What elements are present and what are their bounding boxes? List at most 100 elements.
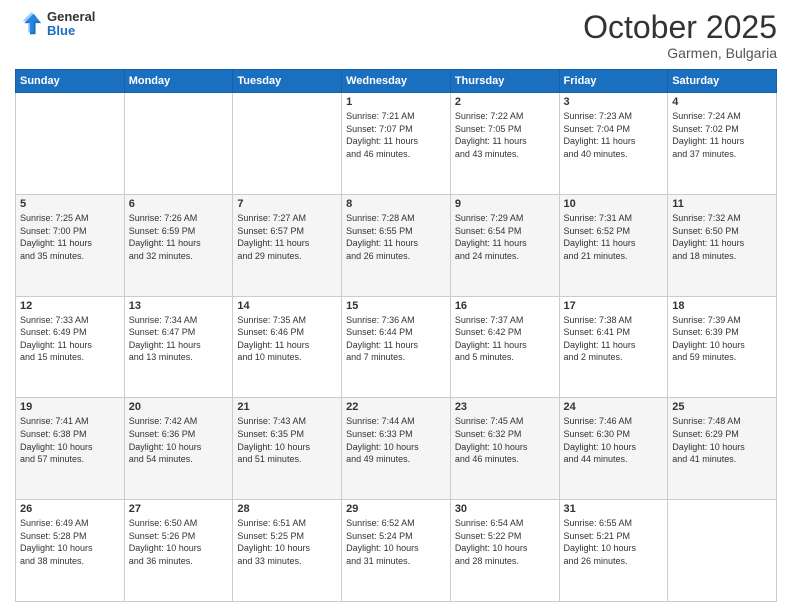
day-info: Sunrise: 7:31 AMSunset: 6:52 PMDaylight:…	[564, 212, 664, 262]
day-info: Sunrise: 7:37 AMSunset: 6:42 PMDaylight:…	[455, 314, 555, 364]
week-row-2: 12Sunrise: 7:33 AMSunset: 6:49 PMDayligh…	[16, 296, 777, 398]
day-number: 1	[346, 96, 446, 108]
calendar-cell: 9 Sunrise: 7:29 AMSunset: 6:54 PMDaylight…	[450, 194, 559, 296]
day-number: 8	[346, 198, 446, 210]
calendar-cell: 7 Sunrise: 7:27 AMSunset: 6:57 PMDaylight…	[233, 194, 342, 296]
day-info: Sunrise: 7:38 AMSunset: 6:41 PMDaylight:…	[564, 314, 664, 364]
day-info: Sunrise: 7:29 AMSunset: 6:54 PMDaylight:…	[455, 212, 555, 262]
day-info: Sunrise: 6:52 AMSunset: 5:24 PMDaylight:…	[346, 517, 446, 567]
logo-icon	[15, 10, 43, 38]
day-info: Sunrise: 7:36 AMSunset: 6:44 PMDaylight:…	[346, 314, 446, 364]
calendar-table: Sunday Monday Tuesday Wednesday Thursday…	[15, 69, 777, 602]
header-sunday: Sunday	[16, 70, 125, 93]
calendar-cell: 18Sunrise: 7:39 AMSunset: 6:39 PMDayligh…	[668, 296, 777, 398]
day-info: Sunrise: 7:26 AMSunset: 6:59 PMDaylight:…	[129, 212, 229, 262]
day-number: 25	[672, 401, 772, 413]
day-info: Sunrise: 7:35 AMSunset: 6:46 PMDaylight:…	[237, 314, 337, 364]
day-number: 21	[237, 401, 337, 413]
day-info: Sunrise: 6:51 AMSunset: 5:25 PMDaylight:…	[237, 517, 337, 567]
day-info: Sunrise: 6:49 AMSunset: 5:28 PMDaylight:…	[20, 517, 120, 567]
day-number: 17	[564, 300, 664, 312]
day-info: Sunrise: 7:41 AMSunset: 6:38 PMDaylight:…	[20, 415, 120, 465]
calendar-cell: 1Sunrise: 7:21 AMSunset: 7:07 PMDaylight…	[342, 93, 451, 195]
calendar-cell: 28Sunrise: 6:51 AMSunset: 5:25 PMDayligh…	[233, 500, 342, 602]
logo-line1: General	[47, 10, 95, 24]
day-number: 7	[237, 198, 337, 210]
calendar-cell: 2 Sunrise: 7:22 AMSunset: 7:05 PMDaylight…	[450, 93, 559, 195]
day-number: 11	[672, 198, 772, 210]
day-number: 20	[129, 401, 229, 413]
day-number: 10	[564, 198, 664, 210]
day-number: 16	[455, 300, 555, 312]
day-info: Sunrise: 7:42 AMSunset: 6:36 PMDaylight:…	[129, 415, 229, 465]
day-info: Sunrise: 7:34 AMSunset: 6:47 PMDaylight:…	[129, 314, 229, 364]
calendar-cell: 15Sunrise: 7:36 AMSunset: 6:44 PMDayligh…	[342, 296, 451, 398]
logo-line2: Blue	[47, 24, 95, 38]
calendar-cell	[16, 93, 125, 195]
day-number: 12	[20, 300, 120, 312]
calendar-cell: 29 Sunrise: 6:52 AMSunset: 5:24 PMDayligh…	[342, 500, 451, 602]
calendar-cell: 25 Sunrise: 7:48 AMSunset: 6:29 PMDayligh…	[668, 398, 777, 500]
day-info: Sunrise: 7:45 AMSunset: 6:32 PMDaylight:…	[455, 415, 555, 465]
calendar-cell: 11 Sunrise: 7:32 AMSunset: 6:50 PMDayligh…	[668, 194, 777, 296]
day-number: 2	[455, 96, 555, 108]
calendar-title: October 2025	[583, 10, 777, 45]
header-tuesday: Tuesday	[233, 70, 342, 93]
calendar-cell: 31Sunrise: 6:55 AMSunset: 5:21 PMDayligh…	[559, 500, 668, 602]
day-info: Sunrise: 7:39 AMSunset: 6:39 PMDaylight:…	[672, 314, 772, 364]
calendar-cell: 19Sunrise: 7:41 AMSunset: 6:38 PMDayligh…	[16, 398, 125, 500]
day-info: Sunrise: 7:27 AMSunset: 6:57 PMDaylight:…	[237, 212, 337, 262]
header: General Blue October 2025 Garmen, Bulgar…	[15, 10, 777, 61]
week-row-3: 19Sunrise: 7:41 AMSunset: 6:38 PMDayligh…	[16, 398, 777, 500]
day-number: 3	[564, 96, 664, 108]
day-info: Sunrise: 7:22 AMSunset: 7:05 PMDaylight:…	[455, 110, 555, 160]
day-info: Sunrise: 7:23 AMSunset: 7:04 PMDaylight:…	[564, 110, 664, 160]
calendar-cell: 20 Sunrise: 7:42 AMSunset: 6:36 PMDayligh…	[124, 398, 233, 500]
header-friday: Friday	[559, 70, 668, 93]
calendar-cell: 17 Sunrise: 7:38 AMSunset: 6:41 PMDayligh…	[559, 296, 668, 398]
day-number: 29	[346, 503, 446, 515]
logo-text: General Blue	[47, 10, 95, 39]
day-number: 31	[564, 503, 664, 515]
day-info: Sunrise: 7:28 AMSunset: 6:55 PMDaylight:…	[346, 212, 446, 262]
calendar-cell: 10 Sunrise: 7:31 AMSunset: 6:52 PMDayligh…	[559, 194, 668, 296]
day-number: 13	[129, 300, 229, 312]
header-thursday: Thursday	[450, 70, 559, 93]
day-info: Sunrise: 6:54 AMSunset: 5:22 PMDaylight:…	[455, 517, 555, 567]
week-row-0: 1Sunrise: 7:21 AMSunset: 7:07 PMDaylight…	[16, 93, 777, 195]
day-info: Sunrise: 7:48 AMSunset: 6:29 PMDaylight:…	[672, 415, 772, 465]
calendar-cell: 24 Sunrise: 7:46 AMSunset: 6:30 PMDayligh…	[559, 398, 668, 500]
logo: General Blue	[15, 10, 95, 39]
calendar-cell	[233, 93, 342, 195]
calendar-cell: 12Sunrise: 7:33 AMSunset: 6:49 PMDayligh…	[16, 296, 125, 398]
day-info: Sunrise: 7:25 AMSunset: 7:00 PMDaylight:…	[20, 212, 120, 262]
day-number: 26	[20, 503, 120, 515]
calendar-cell: 13 Sunrise: 7:34 AMSunset: 6:47 PMDayligh…	[124, 296, 233, 398]
calendar-cell	[124, 93, 233, 195]
calendar-cell: 14 Sunrise: 7:35 AMSunset: 6:46 PMDayligh…	[233, 296, 342, 398]
day-info: Sunrise: 7:46 AMSunset: 6:30 PMDaylight:…	[564, 415, 664, 465]
header-monday: Monday	[124, 70, 233, 93]
calendar-cell: 4Sunrise: 7:24 AMSunset: 7:02 PMDaylight…	[668, 93, 777, 195]
day-number: 22	[346, 401, 446, 413]
calendar-cell: 3 Sunrise: 7:23 AMSunset: 7:04 PMDaylight…	[559, 93, 668, 195]
header-saturday: Saturday	[668, 70, 777, 93]
calendar-cell: 26 Sunrise: 6:49 AMSunset: 5:28 PMDayligh…	[16, 500, 125, 602]
calendar-cell: 30Sunrise: 6:54 AMSunset: 5:22 PMDayligh…	[450, 500, 559, 602]
calendar-cell: 27Sunrise: 6:50 AMSunset: 5:26 PMDayligh…	[124, 500, 233, 602]
day-info: Sunrise: 7:24 AMSunset: 7:02 PMDaylight:…	[672, 110, 772, 160]
header-wednesday: Wednesday	[342, 70, 451, 93]
day-number: 9	[455, 198, 555, 210]
day-number: 24	[564, 401, 664, 413]
weekday-header-row: Sunday Monday Tuesday Wednesday Thursday…	[16, 70, 777, 93]
calendar-cell: 21 Sunrise: 7:43 AMSunset: 6:35 PMDayligh…	[233, 398, 342, 500]
calendar-cell: 22Sunrise: 7:44 AMSunset: 6:33 PMDayligh…	[342, 398, 451, 500]
calendar-cell: 16 Sunrise: 7:37 AMSunset: 6:42 PMDayligh…	[450, 296, 559, 398]
day-number: 5	[20, 198, 120, 210]
day-number: 27	[129, 503, 229, 515]
calendar-subtitle: Garmen, Bulgaria	[583, 45, 777, 61]
day-number: 6	[129, 198, 229, 210]
day-info: Sunrise: 7:43 AMSunset: 6:35 PMDaylight:…	[237, 415, 337, 465]
day-number: 14	[237, 300, 337, 312]
day-info: Sunrise: 7:32 AMSunset: 6:50 PMDaylight:…	[672, 212, 772, 262]
